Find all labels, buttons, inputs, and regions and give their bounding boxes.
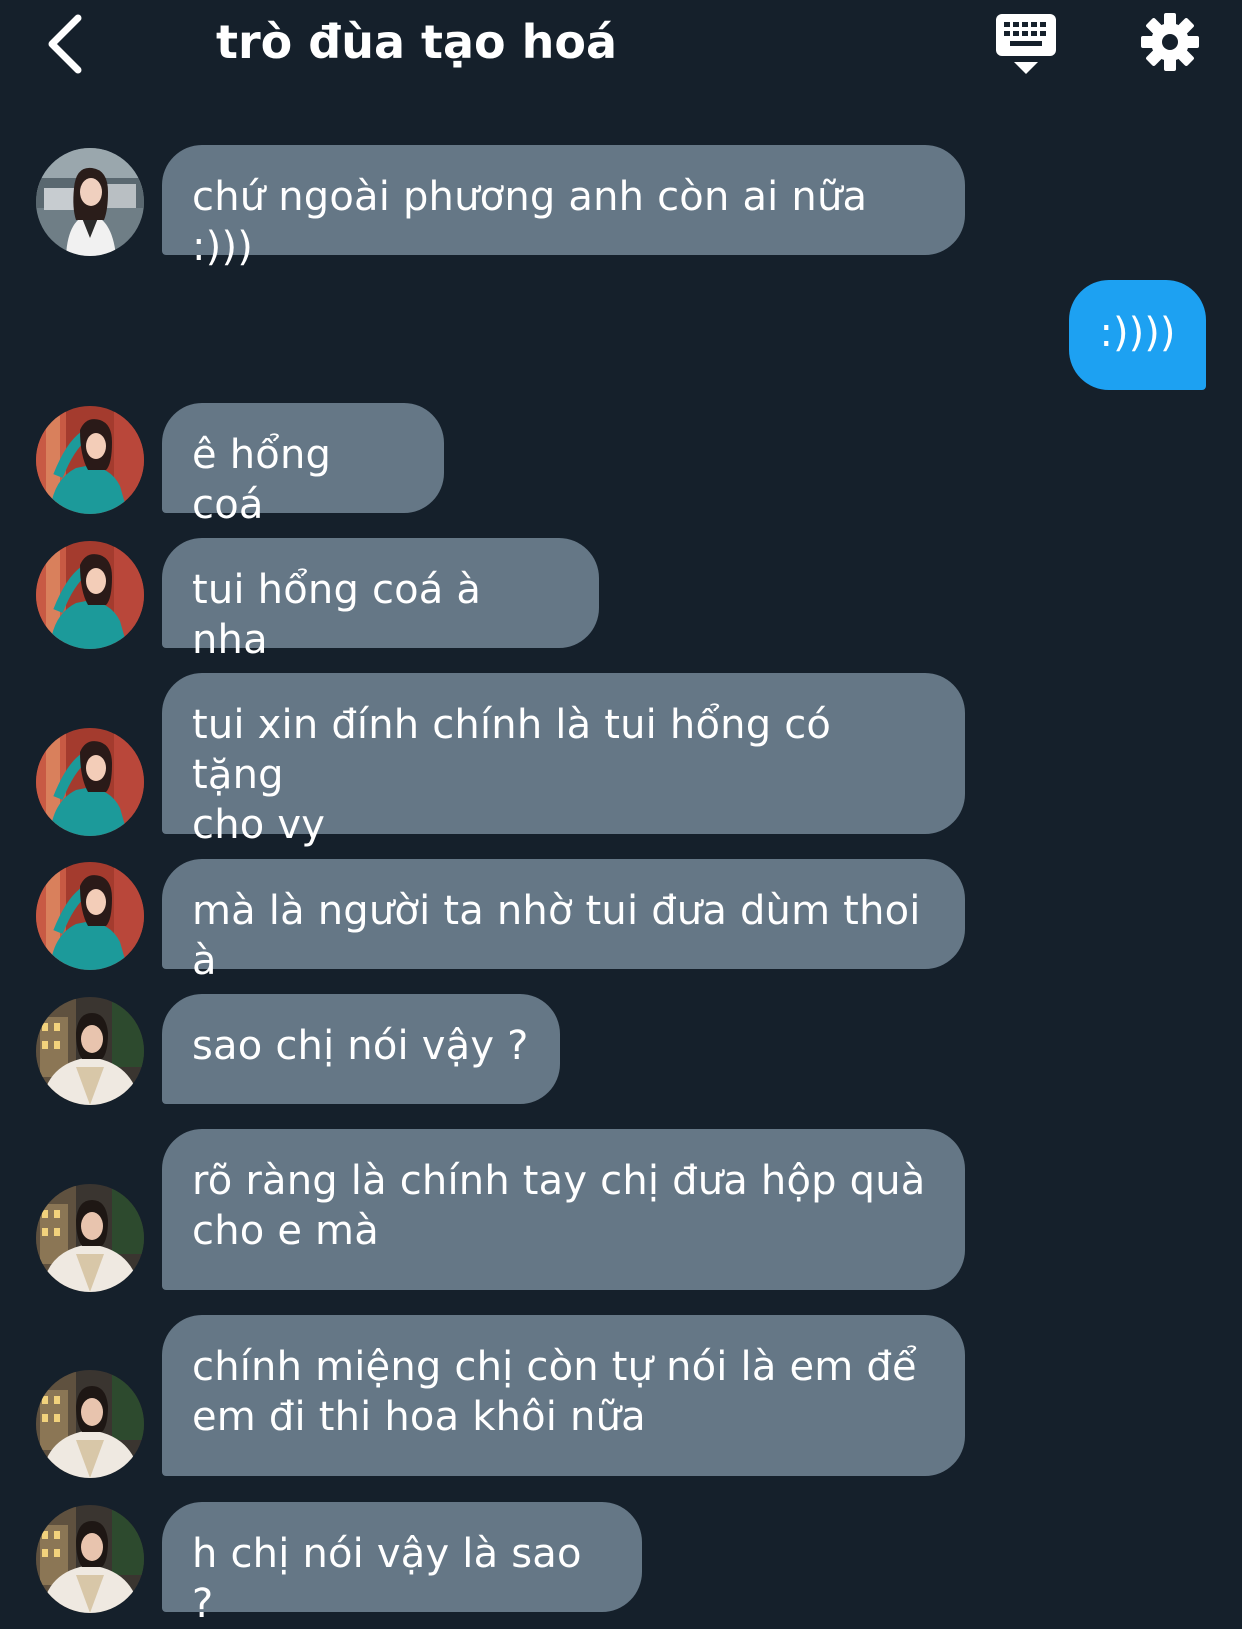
- message-bubble-incoming[interactable]: tui xin đính chính là tui hổng có tặng c…: [162, 673, 965, 848]
- keyboard-icon: [996, 14, 1056, 74]
- message-bubble-incoming[interactable]: h chị nói vậy là sao ?: [162, 1502, 642, 1627]
- message-bubble-incoming[interactable]: ê hổng coá: [162, 403, 444, 528]
- avatar-fur-coat: [36, 1184, 144, 1292]
- avatar[interactable]: [36, 997, 144, 1105]
- avatar[interactable]: [36, 728, 144, 836]
- avatar-teal-dress: [36, 862, 144, 970]
- message-bubble-outgoing[interactable]: :)))): [1069, 280, 1206, 390]
- conversation-title: trò đùa tạo hoá: [216, 15, 618, 69]
- avatar[interactable]: [36, 862, 144, 970]
- avatar-teal-dress: [36, 406, 144, 514]
- message-bubble-incoming[interactable]: mà là người ta nhờ tui đưa dùm thoi à: [162, 859, 965, 984]
- avatar[interactable]: [36, 541, 144, 649]
- chevron-left-icon: [48, 14, 82, 74]
- settings-button[interactable]: [1140, 12, 1200, 72]
- avatar[interactable]: [36, 1370, 144, 1478]
- message-bubble-incoming[interactable]: rõ ràng là chính tay chị đưa hộp quà cho…: [162, 1129, 965, 1290]
- conversation-header: trò đùa tạo hoá: [0, 0, 1242, 90]
- avatar[interactable]: [36, 1505, 144, 1613]
- message-bubble-incoming[interactable]: sao chị nói vậy ?: [162, 994, 560, 1104]
- avatar-teal-dress: [36, 728, 144, 836]
- avatar-fur-coat: [36, 1505, 144, 1613]
- message-bubble-incoming[interactable]: tui hổng coá à nha: [162, 538, 599, 663]
- avatar-fur-coat: [36, 1370, 144, 1478]
- avatar[interactable]: [36, 148, 144, 256]
- avatar[interactable]: [36, 1184, 144, 1292]
- gear-icon: [1141, 13, 1199, 71]
- back-button[interactable]: [40, 10, 100, 80]
- message-bubble-incoming[interactable]: chứ ngoài phương anh còn ai nữa :))): [162, 145, 965, 270]
- avatar-fur-coat: [36, 997, 144, 1105]
- keyboard-button[interactable]: [994, 12, 1058, 78]
- message-bubble-incoming[interactable]: chính miệng chị còn tự nói là em để em đ…: [162, 1315, 965, 1476]
- avatar-white-vest: [36, 148, 144, 256]
- avatar-teal-dress: [36, 541, 144, 649]
- avatar[interactable]: [36, 406, 144, 514]
